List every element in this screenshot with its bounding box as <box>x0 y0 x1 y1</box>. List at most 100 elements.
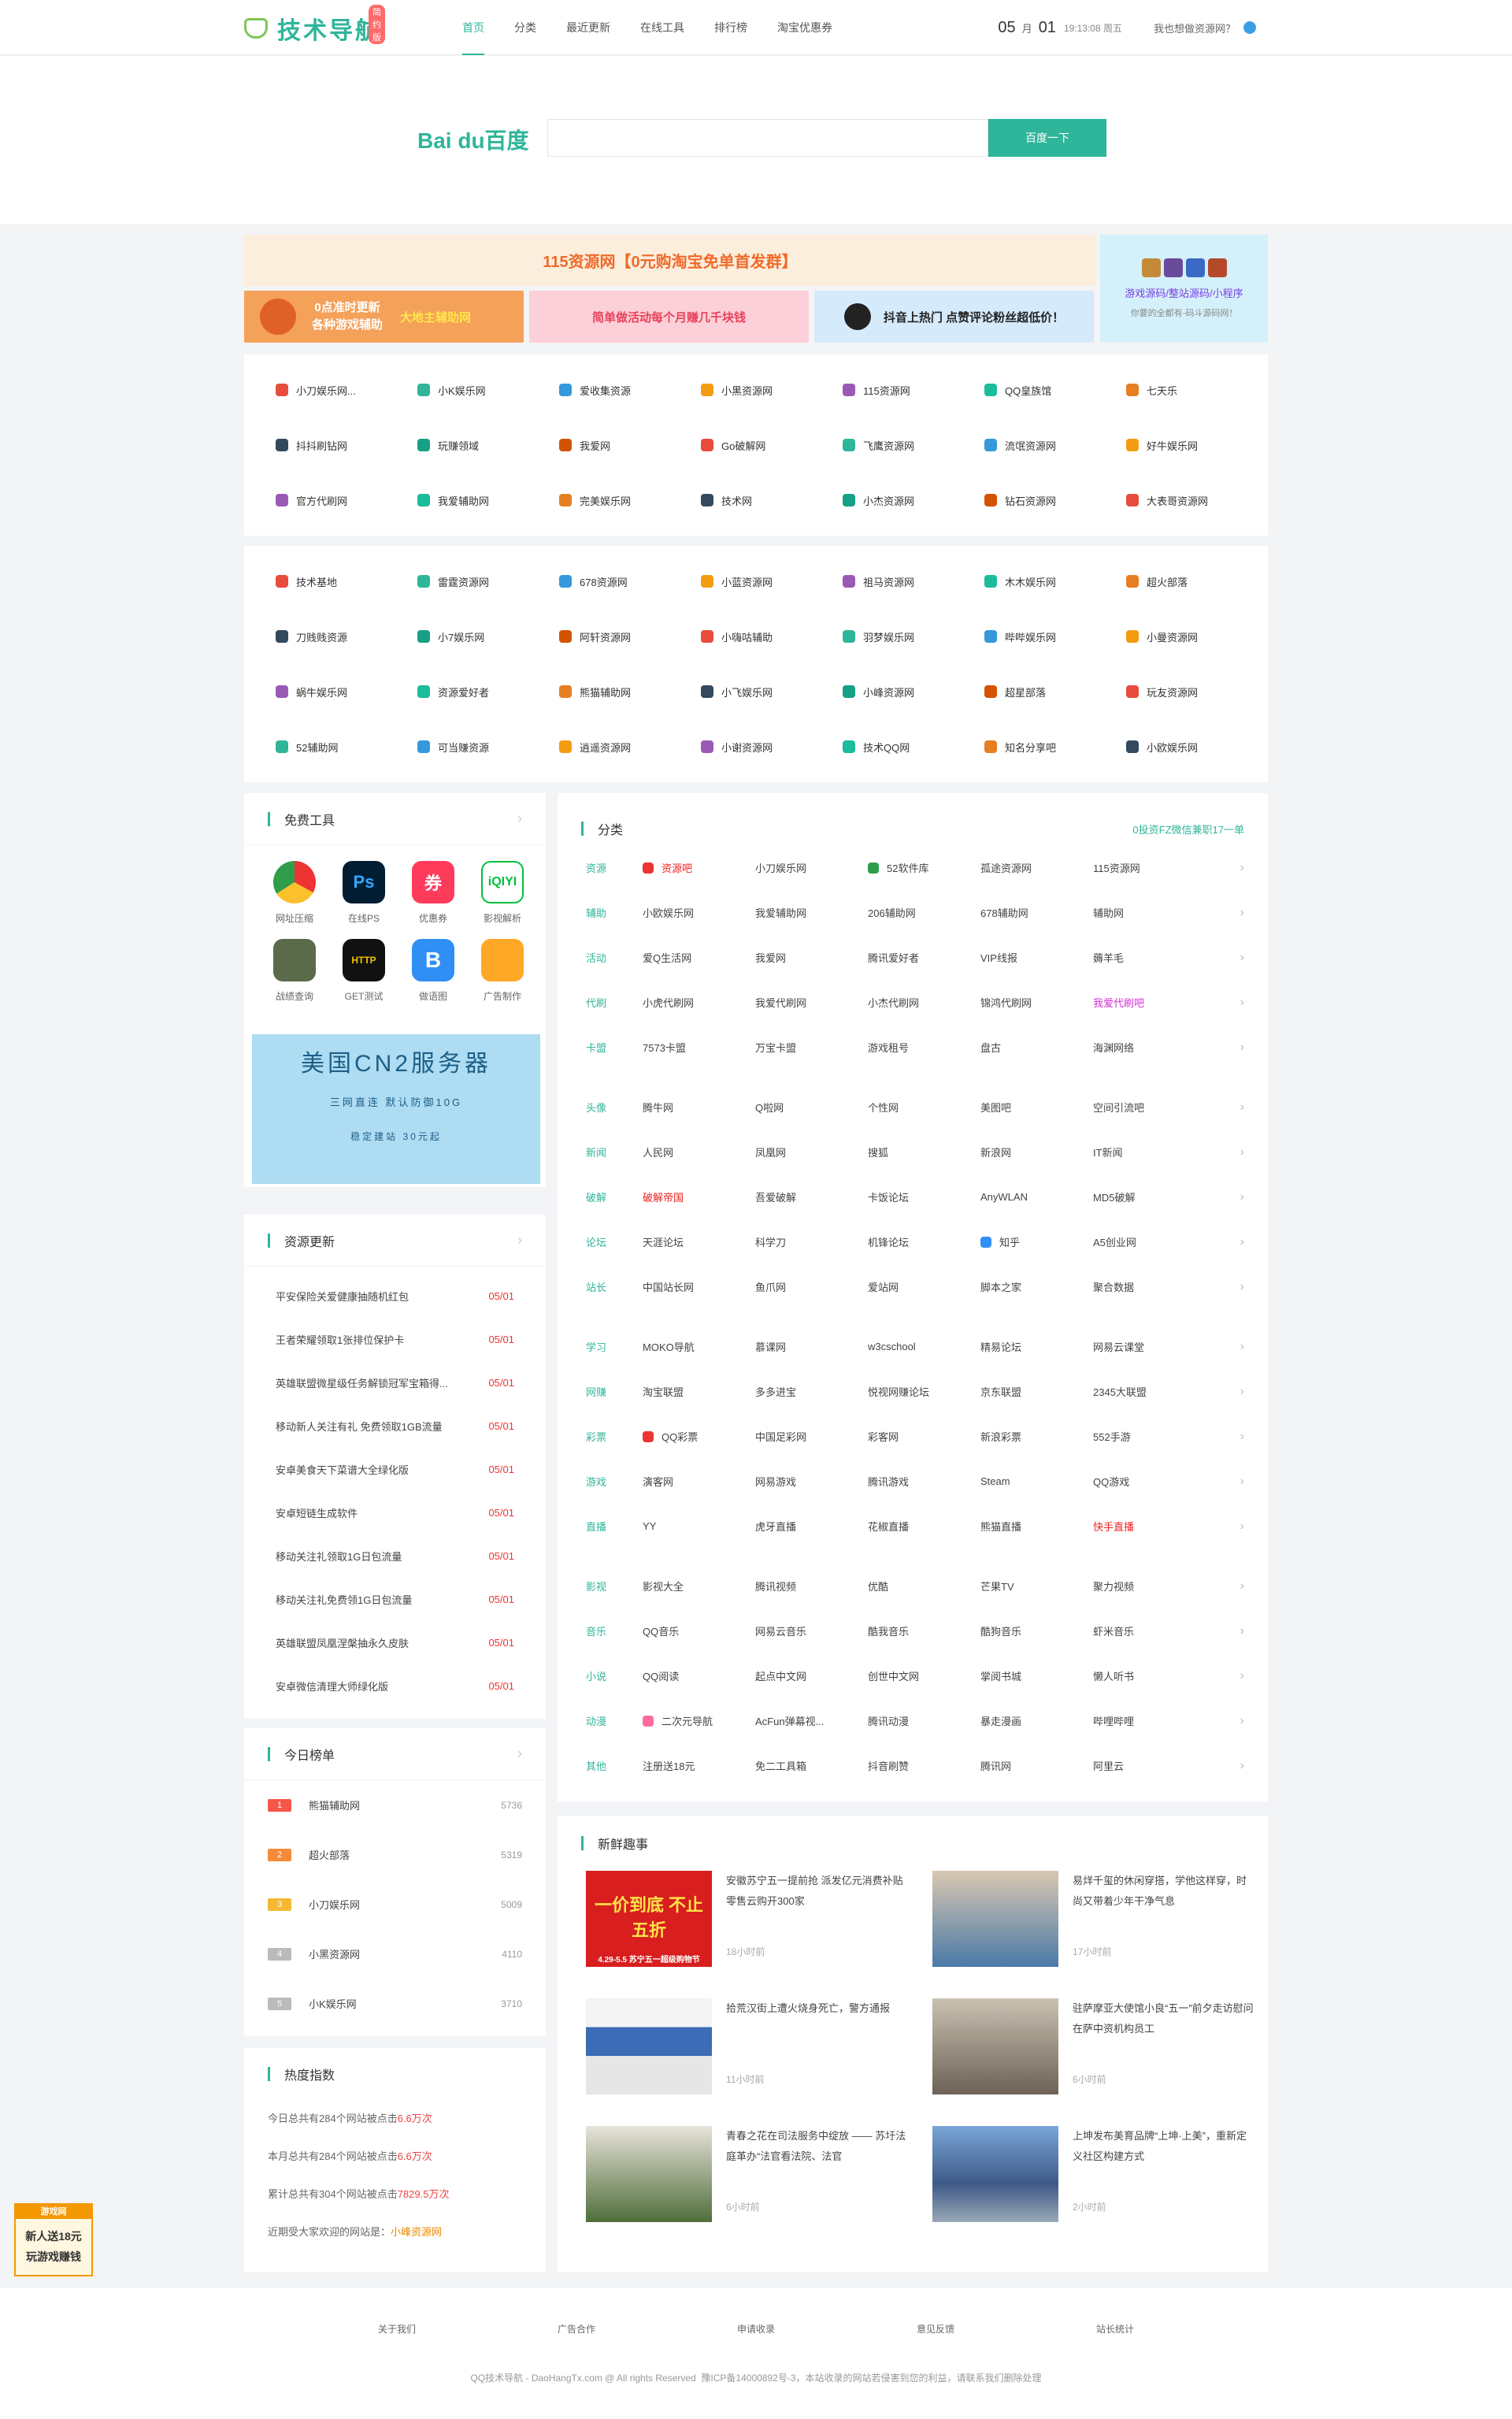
update-item[interactable]: 英雄联盟凤凰涅槃抽永久皮肤 05/01 <box>244 1621 546 1664</box>
banner-douyin[interactable]: 抖音上热门 点赞评论粉丝超低价！ <box>814 291 1094 343</box>
site-link[interactable]: 技术基地 <box>244 554 386 609</box>
update-item[interactable]: 移动新人关注有礼 免费领取1GB流量 05/01 <box>244 1404 546 1448</box>
chevron-right-icon[interactable]: › <box>1240 1385 1244 1399</box>
category-link[interactable]: AnyWLAN <box>980 1191 1093 1203</box>
site-link[interactable]: 小蓝资源网 <box>669 554 811 609</box>
chevron-right-icon[interactable]: › <box>1240 1519 1244 1534</box>
site-link[interactable]: 大表哥资源网 <box>1095 473 1236 528</box>
category-link[interactable]: Steam <box>980 1475 1093 1487</box>
site-link[interactable]: 小谢资源网 <box>669 719 811 774</box>
site-link[interactable]: 雷霆资源网 <box>386 554 528 609</box>
site-link[interactable]: 小杰资源网 <box>811 473 953 528</box>
category-link[interactable]: w3cschool <box>868 1341 980 1352</box>
site-link[interactable]: 115资源网 <box>811 362 953 417</box>
category-link[interactable]: 鱼爪网 <box>755 1279 868 1294</box>
category-link[interactable]: 资源吧 <box>643 860 755 875</box>
category-note[interactable]: 0投资FZ微信兼职17一单 <box>1132 822 1244 837</box>
site-link[interactable]: 小嗨咕辅助 <box>669 609 811 664</box>
category-label[interactable]: 网赚 <box>586 1384 643 1399</box>
site-link[interactable]: 羽梦娱乐网 <box>811 609 953 664</box>
category-link[interactable]: 破解帝国 <box>643 1189 755 1204</box>
chevron-right-icon[interactable]: › <box>1240 1624 1244 1638</box>
chevron-right-icon[interactable]: › <box>1240 1145 1244 1159</box>
category-label[interactable]: 辅助 <box>586 905 643 920</box>
site-link[interactable]: 玩赚领域 <box>386 417 528 473</box>
category-link[interactable]: 网易游戏 <box>755 1474 868 1489</box>
category-link[interactable]: Q啦网 <box>755 1100 868 1115</box>
chevron-right-icon[interactable]: › <box>1240 1190 1244 1204</box>
category-link[interactable]: 中国足彩网 <box>755 1429 868 1444</box>
category-link[interactable]: 腾讯游戏 <box>868 1474 980 1489</box>
site-link[interactable]: 抖抖刷钻网 <box>244 417 386 473</box>
category-link[interactable]: 搜狐 <box>868 1145 980 1159</box>
category-link[interactable]: 机锋论坛 <box>868 1234 980 1249</box>
category-link[interactable]: 115资源网 <box>1093 860 1206 875</box>
category-link[interactable]: 慕课网 <box>755 1339 868 1354</box>
category-link[interactable]: 凤凰网 <box>755 1145 868 1159</box>
category-link[interactable]: 快手直播 <box>1093 1519 1206 1534</box>
rank-item[interactable]: 2 超火部落 5319 <box>244 1830 546 1879</box>
category-link[interactable]: QQ游戏 <box>1093 1474 1206 1489</box>
site-link[interactable]: 小曼资源网 <box>1095 609 1236 664</box>
tool-ad-make[interactable]: 广告制作 <box>468 939 537 1003</box>
category-link[interactable]: 科学刀 <box>755 1234 868 1249</box>
category-link[interactable]: 盘古 <box>980 1040 1093 1055</box>
category-link[interactable]: IT新闻 <box>1093 1145 1206 1159</box>
category-link[interactable]: 熊猫直播 <box>980 1519 1093 1534</box>
news-item[interactable]: 易烊千玺的休闲穿搭，学他这样穿，时尚又带着少年干净气息 17小时前 <box>932 1871 1255 1967</box>
category-link[interactable]: 小杰代刷网 <box>868 995 980 1010</box>
category-link[interactable]: 免二工具箱 <box>755 1758 868 1773</box>
chevron-right-icon[interactable]: › <box>1240 1579 1244 1593</box>
category-link[interactable]: 美图吧 <box>980 1100 1093 1115</box>
tool-image[interactable]: B 做语图 <box>398 939 468 1003</box>
site-link[interactable]: 钻石资源网 <box>953 473 1095 528</box>
category-label[interactable]: 卡盟 <box>586 1040 643 1055</box>
site-link[interactable]: 小7娱乐网 <box>386 609 528 664</box>
category-link[interactable]: 腾讯视频 <box>755 1579 868 1593</box>
tool-coupon[interactable]: 券优惠券 <box>398 861 468 925</box>
site-link[interactable]: 好牛娱乐网 <box>1095 417 1236 473</box>
site-link[interactable]: 小欧娱乐网 <box>1095 719 1236 774</box>
site-link[interactable]: 小K娱乐网 <box>386 362 528 417</box>
category-link[interactable]: 掌阅书城 <box>980 1668 1093 1683</box>
chevron-right-icon[interactable]: › <box>1240 1475 1244 1489</box>
chevron-right-icon[interactable]: › <box>1240 1759 1244 1773</box>
rank-item[interactable]: 4 小黑资源网 4110 <box>244 1929 546 1979</box>
site-link[interactable]: 完美娱乐网 <box>528 473 669 528</box>
news-item[interactable]: 拾荒汉街上遭火烧身死亡，警方通报 11小时前 <box>586 1998 909 2094</box>
category-link[interactable]: 聚力视频 <box>1093 1579 1206 1593</box>
nav-tools[interactable]: 在线工具 <box>625 0 699 55</box>
news-item[interactable]: 上坤发布美育品牌“上坤·上美”，重新定义社区构建方式 2小时前 <box>932 2126 1255 2222</box>
nav-category[interactable]: 分类 <box>499 0 551 55</box>
category-link[interactable]: 人民网 <box>643 1145 755 1159</box>
footer-ads[interactable]: 广告合作 <box>558 2322 595 2336</box>
site-link[interactable]: QQ皇族馆 <box>953 362 1095 417</box>
category-label[interactable]: 音乐 <box>586 1623 643 1638</box>
category-link[interactable]: 腾牛网 <box>643 1100 755 1115</box>
banner-side[interactable]: 游戏源码/整站源码/小程序 你要的全都有-码斗源码网！ <box>1100 235 1268 343</box>
rank-item[interactable]: 1 熊猫辅助网 5736 <box>244 1780 546 1830</box>
category-link[interactable]: 知乎 <box>980 1234 1093 1249</box>
site-link[interactable]: 爱收集资源 <box>528 362 669 417</box>
category-link[interactable]: 薅羊毛 <box>1093 950 1206 965</box>
category-label[interactable]: 代刷 <box>586 995 643 1010</box>
category-link[interactable]: 678辅助网 <box>980 905 1093 920</box>
nav-recent[interactable]: 最近更新 <box>551 0 625 55</box>
category-link[interactable]: 游戏租号 <box>868 1040 980 1055</box>
category-link[interactable]: 创世中文网 <box>868 1668 980 1683</box>
category-link[interactable]: 暴走漫画 <box>980 1713 1093 1728</box>
chevron-right-icon[interactable]: › <box>1240 1714 1244 1728</box>
category-link[interactable]: 抖音刷赞 <box>868 1758 980 1773</box>
site-link[interactable]: 流氓资源网 <box>953 417 1095 473</box>
site-link[interactable]: 小刀娱乐网... <box>244 362 386 417</box>
site-link[interactable]: 超火部落 <box>1095 554 1236 609</box>
category-label[interactable]: 头像 <box>586 1100 643 1115</box>
category-link[interactable]: MOKO导航 <box>643 1339 755 1354</box>
category-link[interactable]: 万宝卡盟 <box>755 1040 868 1055</box>
category-link[interactable]: QQ阅读 <box>643 1668 755 1683</box>
news-item[interactable]: 一价到底 不止五折 4.29-5.5 苏宁五一超级购物节 安徽苏宁五一提前抢 派发亿… <box>586 1871 909 1967</box>
site-link[interactable]: 资源爱好者 <box>386 664 528 719</box>
category-link[interactable]: 个性网 <box>868 1100 980 1115</box>
site-link[interactable]: 祖马资源网 <box>811 554 953 609</box>
chevron-right-icon[interactable]: › <box>1240 1340 1244 1354</box>
